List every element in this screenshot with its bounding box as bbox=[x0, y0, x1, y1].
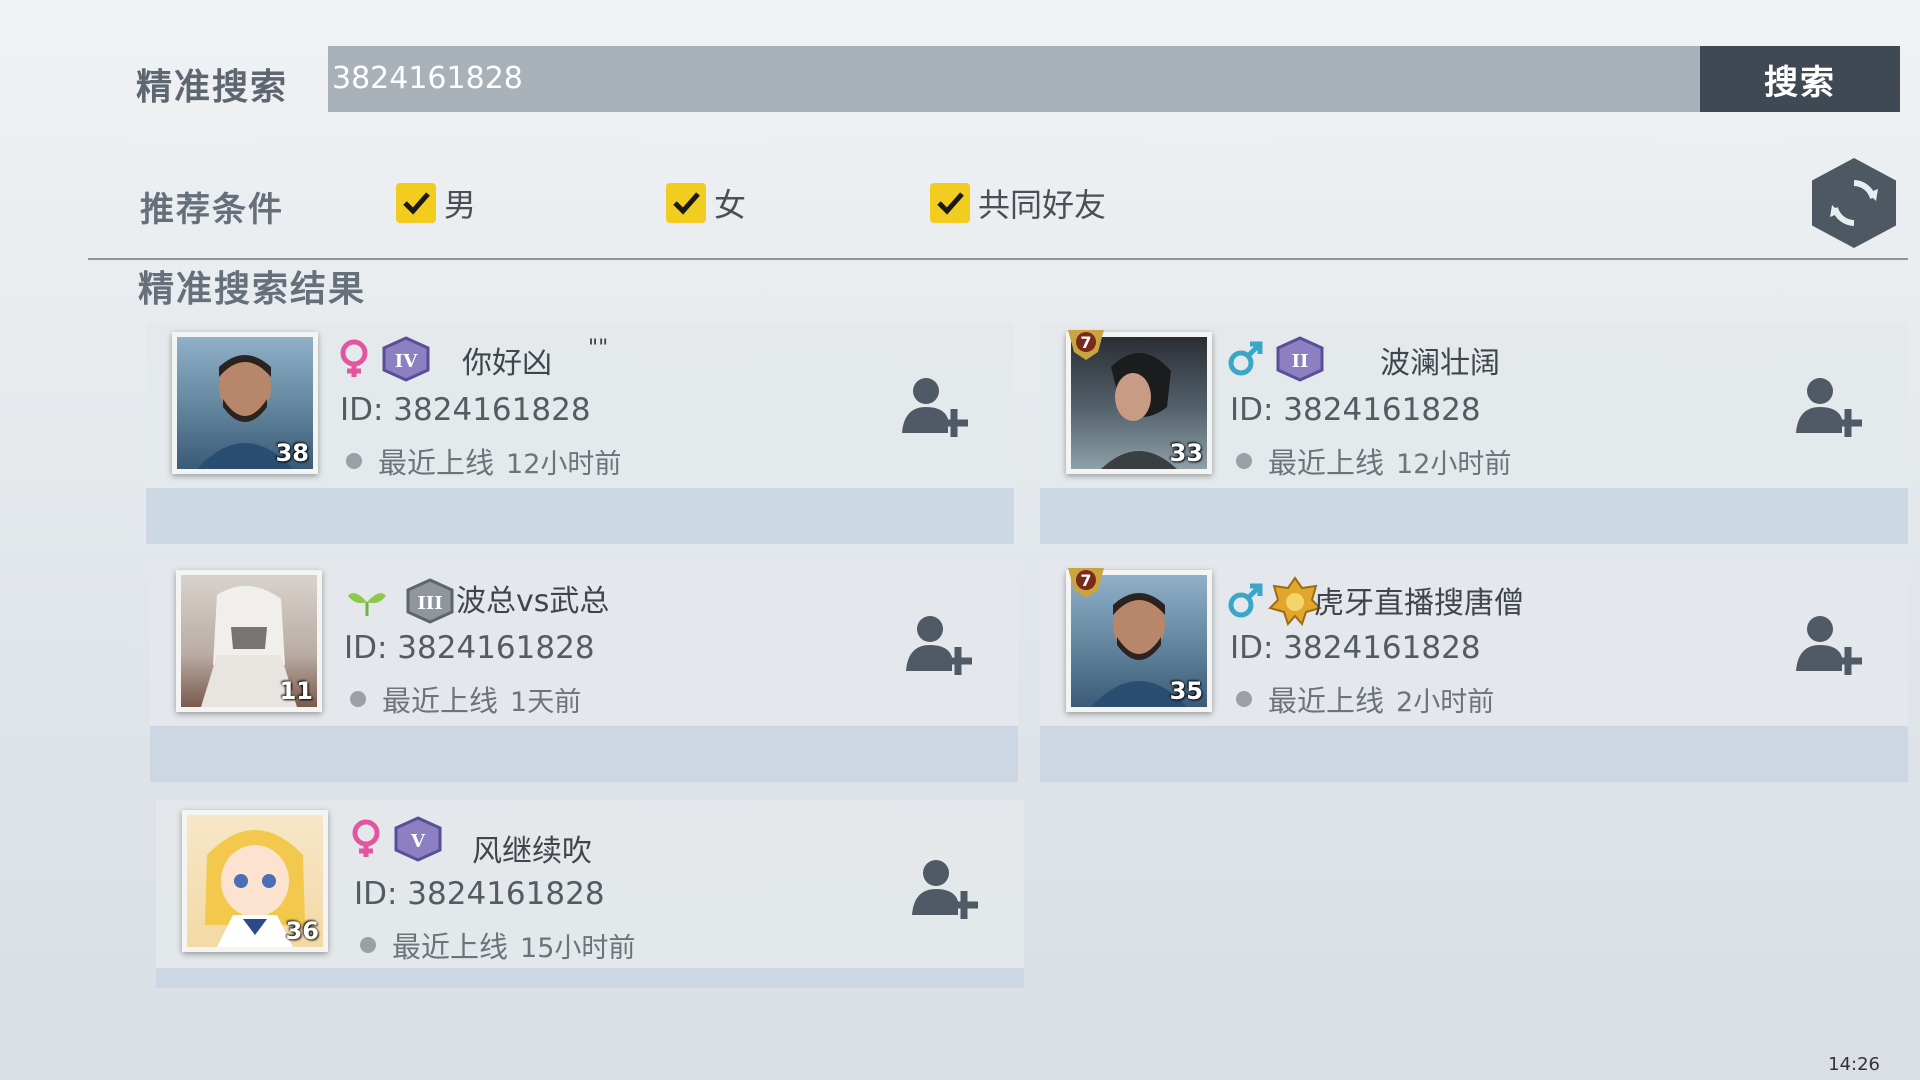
rank-badge-icon: II bbox=[1276, 336, 1324, 382]
level-badge-icon: 7 bbox=[1068, 568, 1104, 598]
refresh-icon bbox=[1830, 180, 1878, 226]
avatar-level: 36 bbox=[285, 917, 319, 945]
status-label: 最近上线 bbox=[1268, 446, 1385, 480]
player-id: ID: 3824161828 bbox=[354, 876, 605, 912]
player-name: 风继续吹 bbox=[472, 834, 592, 869]
avatar[interactable]: 11 bbox=[176, 570, 322, 712]
svg-text:II: II bbox=[1292, 351, 1309, 372]
status-label: 最近上线 bbox=[392, 930, 509, 964]
status-time: 2小时前 bbox=[1396, 686, 1495, 718]
status-time: 15小时前 bbox=[520, 932, 636, 964]
check-icon[interactable] bbox=[666, 183, 706, 223]
taskbar-clock: 14:26 bbox=[1828, 1054, 1880, 1075]
avatar-level: 33 bbox=[1169, 439, 1203, 467]
female-icon bbox=[340, 339, 368, 377]
check-icon[interactable] bbox=[396, 183, 436, 223]
online-status: 最近上线 1天前 bbox=[350, 678, 581, 720]
add-friend-button[interactable] bbox=[892, 596, 988, 692]
add-friend-icon bbox=[902, 378, 968, 437]
player-card: 35 7 虎牙直播搜唐僧 ID: 3824161828 最近上线 2小时前 bbox=[1040, 560, 1908, 782]
player-name-suffix: "" bbox=[588, 336, 609, 361]
filter-label: 推荐条件 bbox=[140, 190, 284, 230]
results-title: 精准搜索结果 bbox=[138, 269, 367, 310]
rank-badge-icon: IV bbox=[382, 336, 430, 382]
online-status: 最近上线 12小时前 bbox=[1236, 440, 1511, 482]
level-badge-icon: 7 bbox=[1068, 330, 1104, 360]
filter-mutual-friends-label: 共同好友 bbox=[978, 186, 1107, 224]
status-time: 12小时前 bbox=[506, 448, 622, 480]
status-label: 最近上线 bbox=[382, 684, 499, 718]
filter-male-label: 男 bbox=[444, 186, 477, 224]
status-dot-icon bbox=[1236, 691, 1252, 707]
player-name: 虎牙直播搜唐僧 bbox=[1314, 586, 1524, 621]
status-dot-icon bbox=[346, 453, 362, 469]
player-name: 你好凶 bbox=[462, 346, 552, 381]
rank-badge-icon: V bbox=[394, 816, 442, 862]
avatar[interactable]: 36 bbox=[182, 810, 328, 952]
svg-text:V: V bbox=[410, 831, 426, 852]
svg-text:7: 7 bbox=[1080, 333, 1091, 352]
status-time: 12小时前 bbox=[1396, 448, 1512, 480]
player-name: 波澜壮阔 bbox=[1380, 346, 1500, 381]
female-icon bbox=[352, 819, 380, 857]
add-friend-button[interactable] bbox=[1782, 596, 1878, 692]
search-input[interactable] bbox=[328, 46, 1700, 112]
avatar-level: 35 bbox=[1169, 677, 1203, 705]
avatar[interactable]: 38 bbox=[172, 332, 318, 474]
filter-mutual-friends-option[interactable]: 共同好友 bbox=[930, 180, 1106, 226]
player-card: 11 III 波总vs武总 ID: 3824161828 最近上线 1天前 bbox=[150, 560, 1018, 782]
rank-badge-icon: III bbox=[406, 578, 454, 624]
sprout-icon bbox=[348, 593, 386, 616]
check-icon[interactable] bbox=[930, 183, 970, 223]
svg-text:IV: IV bbox=[395, 351, 418, 372]
add-friend-button[interactable] bbox=[898, 840, 994, 936]
add-friend-button[interactable] bbox=[1782, 358, 1878, 454]
player-card: 38 IV 你好凶 "" ID: 3824161828 最近上线 12小时前 bbox=[146, 322, 1014, 544]
search-button[interactable]: 搜索 bbox=[1700, 46, 1900, 112]
player-id: ID: 3824161828 bbox=[1230, 630, 1481, 666]
online-status: 最近上线 2小时前 bbox=[1236, 678, 1494, 720]
svg-text:III: III bbox=[417, 593, 442, 614]
online-status: 最近上线 15小时前 bbox=[360, 924, 635, 966]
refresh-button[interactable] bbox=[1812, 158, 1896, 248]
add-friend-icon bbox=[906, 616, 972, 675]
add-friend-icon bbox=[1796, 616, 1862, 675]
status-time: 1天前 bbox=[510, 686, 582, 718]
filter-female-label: 女 bbox=[714, 186, 747, 224]
filter-female-option[interactable]: 女 bbox=[666, 180, 746, 226]
player-card: 36 V 风继续吹 ID: 3824161828 最近上线 15小时前 bbox=[156, 800, 1024, 988]
player-id: ID: 3824161828 bbox=[344, 630, 595, 666]
status-dot-icon bbox=[350, 691, 366, 707]
online-status: 最近上线 12小时前 bbox=[346, 440, 621, 482]
player-card: 33 7 II 波澜壮阔 ID: 3824161828 最近上线 12小时前 bbox=[1040, 322, 1908, 544]
add-friend-icon bbox=[1796, 378, 1862, 437]
status-dot-icon bbox=[360, 937, 376, 953]
add-friend-button[interactable] bbox=[888, 358, 984, 454]
player-name: 波总vs武总 bbox=[456, 584, 610, 619]
male-icon bbox=[1228, 341, 1263, 376]
svg-text:7: 7 bbox=[1080, 571, 1091, 590]
filter-male-option[interactable]: 男 bbox=[396, 180, 476, 226]
search-label: 精准搜索 bbox=[136, 67, 289, 108]
player-id: ID: 3824161828 bbox=[1230, 392, 1481, 428]
avatar-level: 38 bbox=[275, 439, 309, 467]
add-friend-icon bbox=[912, 860, 978, 919]
male-icon bbox=[1228, 583, 1263, 618]
player-id: ID: 3824161828 bbox=[340, 392, 591, 428]
status-dot-icon bbox=[1236, 453, 1252, 469]
status-label: 最近上线 bbox=[1268, 684, 1385, 718]
avatar-level: 11 bbox=[279, 677, 313, 705]
status-label: 最近上线 bbox=[378, 446, 495, 480]
